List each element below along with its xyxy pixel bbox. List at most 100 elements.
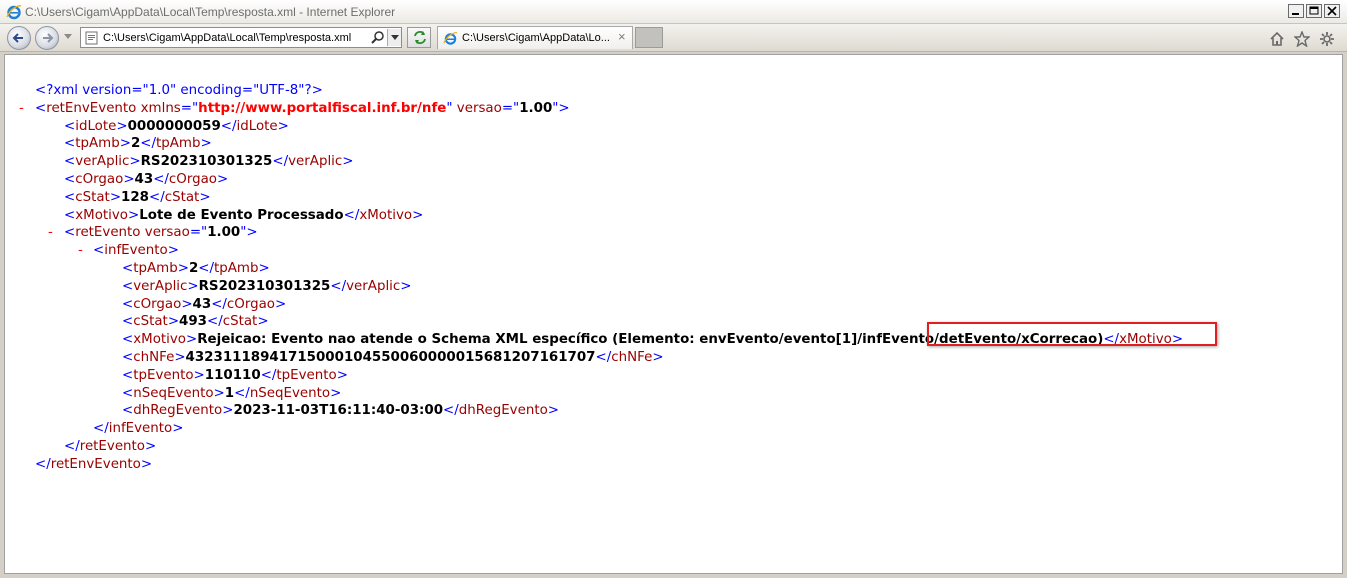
refresh-button[interactable] <box>407 27 431 48</box>
tab-resposta-xml[interactable]: C:\Users\Cigam\AppData\Lo... × <box>437 26 633 49</box>
xml-token: > <box>1171 332 1184 348</box>
tag-name: dhRegEvento <box>458 403 548 419</box>
xml-token: "> <box>240 225 258 241</box>
compatibility-icon <box>414 31 426 44</box>
xml-token: > <box>186 332 198 348</box>
xml-token: > <box>258 260 270 276</box>
tag-name: dhRegEvento <box>133 403 223 419</box>
tag-name: nSeqEvento <box>133 385 214 401</box>
element-value: 110110 <box>204 367 261 383</box>
xml-token: > <box>412 207 424 223</box>
address-bar[interactable]: C:\Users\Cigam\AppData\Local\Temp\respos… <box>80 27 402 48</box>
xml-token: < <box>64 189 76 205</box>
tag-name: cOrgao <box>226 296 275 312</box>
element-value: RS202310301325 <box>140 154 273 170</box>
xml-token: > <box>174 349 186 365</box>
tag-name: retEvento <box>75 225 141 241</box>
minimize-icon <box>1292 13 1299 15</box>
attribute-value: 1.00 <box>519 100 553 116</box>
tools-icon[interactable] <box>1319 31 1335 47</box>
close-button[interactable] <box>1324 4 1340 18</box>
xml-token: > <box>217 171 229 187</box>
xml-token: </ <box>207 314 223 330</box>
search-icon[interactable] <box>370 30 386 46</box>
xml-token: > <box>652 349 664 365</box>
tag-name: cStat <box>75 189 110 205</box>
minimize-button[interactable] <box>1288 4 1304 18</box>
favorites-icon[interactable] <box>1294 31 1310 47</box>
tag-name: verAplic <box>133 278 188 294</box>
xml-token: < <box>122 385 134 401</box>
xml-token: > <box>145 438 157 454</box>
history-dropdown-icon[interactable] <box>64 34 72 39</box>
element-value: 493 <box>179 314 207 330</box>
xml-token: </ <box>330 278 347 294</box>
xml-token: </ <box>64 438 80 454</box>
close-icon <box>1327 6 1337 16</box>
tag-name: cStat <box>222 314 258 330</box>
xml-token: < <box>122 314 134 330</box>
tab-label: C:\Users\Cigam\AppData\Lo... <box>462 32 610 44</box>
xml-token: </ <box>595 349 612 365</box>
xml-token: < <box>122 403 134 419</box>
element-value: 43 <box>192 296 212 312</box>
tag-name: infEvento <box>104 243 168 259</box>
xml-token: =" <box>189 225 208 241</box>
tag-name: tpEvento <box>276 367 337 383</box>
xml-token: > <box>222 403 234 419</box>
xml-token: > <box>109 189 122 205</box>
xml-token: < <box>93 243 105 259</box>
tag-name: tpAmb <box>133 260 178 276</box>
address-dropdown-button[interactable] <box>387 29 401 46</box>
xml-token: < <box>64 207 76 223</box>
tag-name: tpAmb <box>75 136 120 152</box>
tag-name: chNFe <box>133 349 175 365</box>
internet-explorer-tab-icon <box>443 32 458 45</box>
xml-token: "> <box>552 100 570 116</box>
new-tab-button[interactable] <box>635 27 663 48</box>
xml-token: > <box>275 296 287 312</box>
xml-token: </ <box>211 296 227 312</box>
tag-name: tpAmb <box>156 136 201 152</box>
tag-name: xMotivo <box>359 207 413 223</box>
xml-token: </ <box>220 118 237 134</box>
address-text[interactable]: C:\Users\Cigam\AppData\Local\Temp\respos… <box>103 32 351 44</box>
xml-token: < <box>122 296 134 312</box>
forward-button[interactable] <box>35 26 59 50</box>
tag-name: infEvento <box>108 421 173 437</box>
xml-token: </ <box>93 421 109 437</box>
collapse-toggle[interactable]: - <box>48 224 53 242</box>
tab-close-icon[interactable]: × <box>618 30 626 44</box>
page-icon <box>85 31 98 45</box>
xml-token: < <box>64 225 76 241</box>
tag-name: retEvento <box>79 438 145 454</box>
xml-token: < <box>122 260 134 276</box>
back-button[interactable] <box>7 26 31 50</box>
document-viewport[interactable]: <?xml version="1.0" encoding="UTF-8"?> - <… <box>4 54 1343 574</box>
xml-token: < <box>122 349 134 365</box>
xml-token: </ <box>140 136 156 152</box>
xml-token: </ <box>260 367 277 383</box>
xml-token: </ <box>272 154 289 170</box>
maximize-button[interactable] <box>1306 4 1322 18</box>
tag-name: verAplic <box>346 278 401 294</box>
xml-token: > <box>181 296 193 312</box>
tag-name: xMotivo <box>133 332 186 348</box>
xml-token: > <box>116 118 128 134</box>
element-value: 1 <box>224 385 235 401</box>
attribute-name: xmlns <box>140 100 181 116</box>
xml-token: > <box>193 367 205 383</box>
collapse-toggle[interactable]: - <box>19 100 24 118</box>
tag-name: verAplic <box>288 154 343 170</box>
xml-token: < <box>122 367 134 383</box>
xml-token: > <box>342 154 354 170</box>
xml-token: </ <box>35 456 51 472</box>
xml-token: > <box>213 385 225 401</box>
tag-name: xMotivo <box>1119 332 1172 348</box>
xml-token: </ <box>153 171 169 187</box>
home-icon[interactable] <box>1269 31 1285 47</box>
collapse-toggle[interactable]: - <box>78 242 83 260</box>
tag-name: chNFe <box>611 349 653 365</box>
xml-token: > <box>257 314 269 330</box>
xml-token: > <box>187 278 199 294</box>
